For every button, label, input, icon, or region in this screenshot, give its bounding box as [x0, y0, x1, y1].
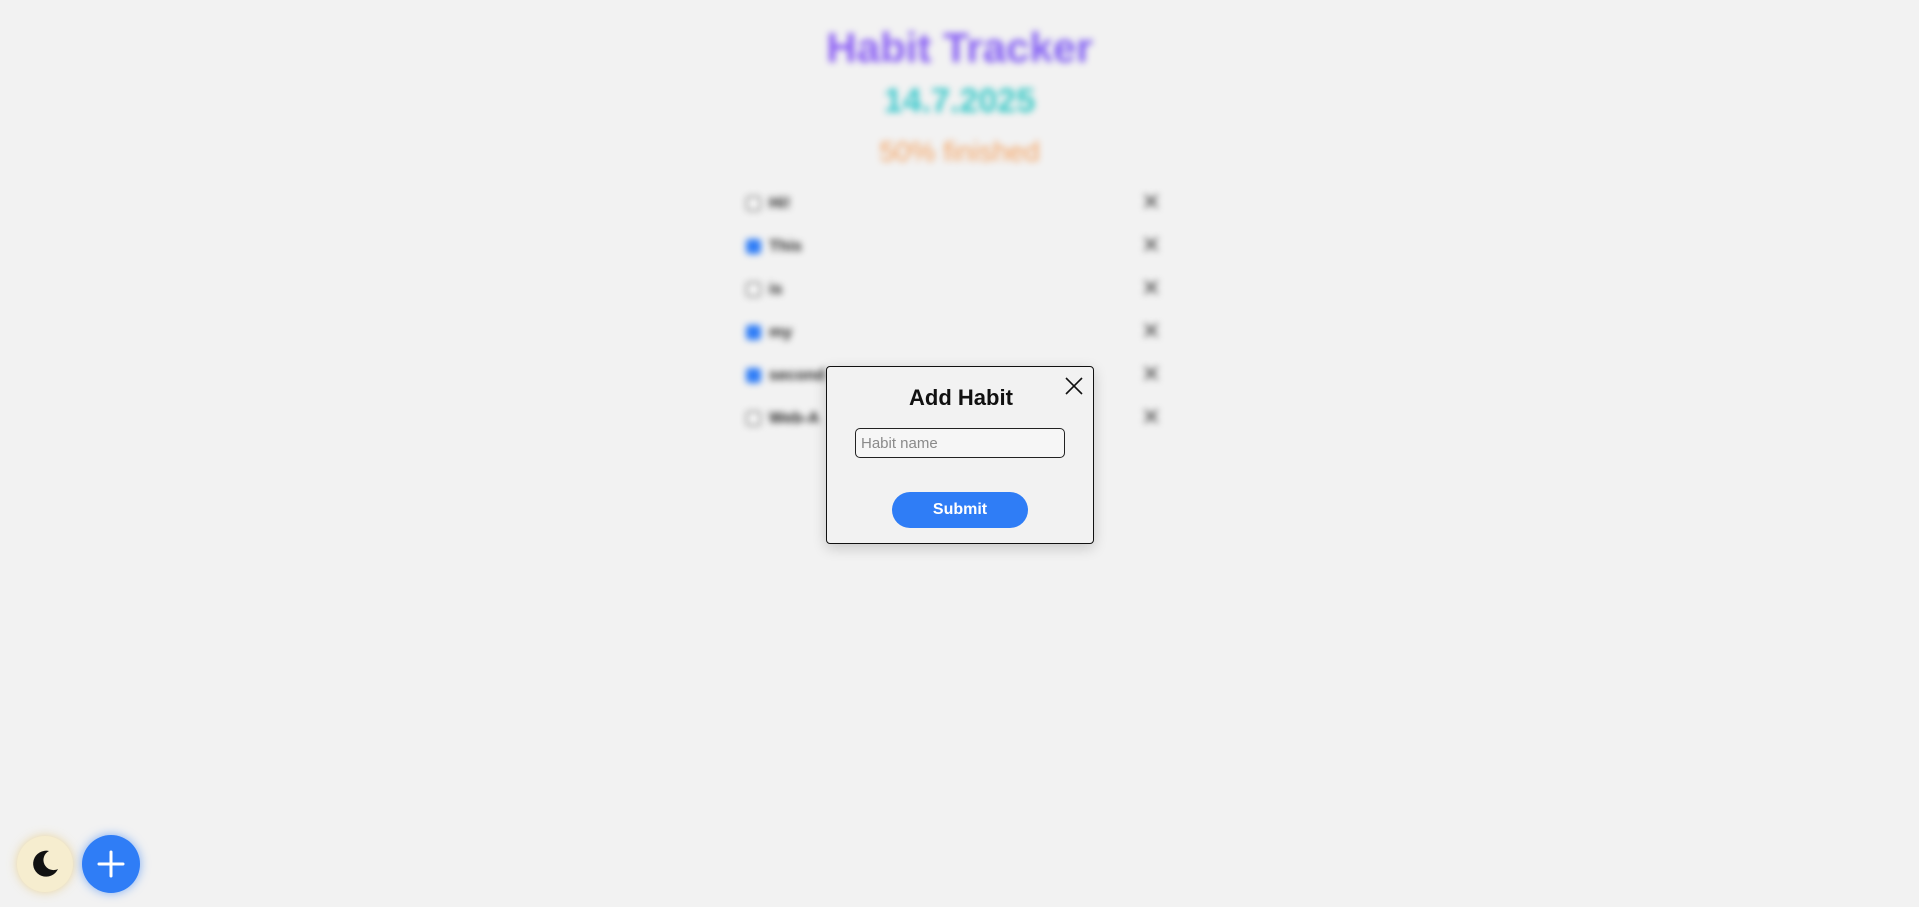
habit-checkbox[interactable]	[746, 368, 761, 383]
close-icon[interactable]	[1063, 375, 1085, 397]
habit-label: is	[769, 280, 783, 298]
habit-checkbox[interactable]	[746, 196, 761, 211]
plus-icon	[97, 850, 125, 878]
delete-habit-icon[interactable]: ✕	[1140, 234, 1162, 258]
submit-button[interactable]: Submit	[892, 492, 1028, 528]
moon-icon	[33, 850, 58, 877]
current-date: 14.7.2025	[0, 82, 1919, 121]
habit-item: my ✕	[742, 311, 1162, 354]
delete-habit-icon[interactable]: ✕	[1140, 406, 1162, 430]
habit-label: my	[769, 323, 793, 341]
habit-item: is ✕	[742, 268, 1162, 311]
add-habit-dialog: Add Habit Submit	[826, 366, 1094, 544]
habit-label: Web-A	[769, 409, 820, 427]
delete-habit-icon[interactable]: ✕	[1140, 320, 1162, 344]
habit-label: Hi!	[769, 194, 791, 212]
add-habit-button[interactable]	[82, 835, 140, 893]
page: Habit Tracker 14.7.2025 50% finished Hi!…	[0, 0, 1919, 907]
habit-label: This	[769, 237, 802, 255]
habit-item: This ✕	[742, 225, 1162, 268]
theme-toggle-button[interactable]	[17, 836, 73, 892]
page-title: Habit Tracker	[0, 24, 1919, 72]
habit-name-input[interactable]	[855, 428, 1065, 458]
delete-habit-icon[interactable]: ✕	[1140, 277, 1162, 301]
progress-text: 50% finished	[879, 136, 1040, 167]
habit-checkbox[interactable]	[746, 239, 761, 254]
dialog-title: Add Habit	[909, 385, 1013, 410]
delete-habit-icon[interactable]: ✕	[1140, 363, 1162, 387]
delete-habit-icon[interactable]: ✕	[1140, 191, 1162, 215]
habit-item: Hi! ✕	[742, 182, 1162, 225]
habit-checkbox[interactable]	[746, 282, 761, 297]
habit-checkbox[interactable]	[746, 325, 761, 340]
habit-checkbox[interactable]	[746, 411, 761, 426]
habit-label: second	[769, 366, 826, 384]
